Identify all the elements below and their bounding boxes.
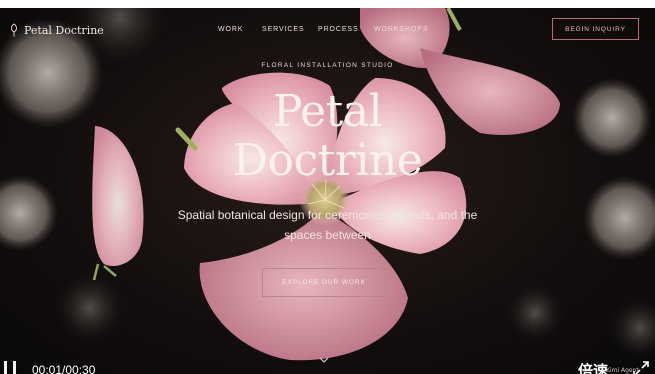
hero-title-line2: Doctrine: [232, 135, 423, 186]
nav-link-work[interactable]: WORK: [218, 26, 243, 33]
video-player-controls: 00:01/00:30 倍速: [0, 348, 655, 374]
petal-logo-icon: [11, 23, 17, 37]
hero-title-line1: Petal: [272, 86, 383, 137]
begin-inquiry-button[interactable]: BEGIN INQUIRY: [552, 18, 639, 40]
hero-eyebrow: FLORAL INSTALLATION STUDIO: [261, 62, 394, 69]
explore-work-button[interactable]: EXPLORE OUR WORK: [262, 268, 386, 297]
bokeh-light: [56, 274, 124, 342]
brand-logo[interactable]: Petal Doctrine: [9, 23, 104, 37]
bokeh-light: [583, 176, 655, 260]
watermark-text: Kimi Agent: [606, 367, 639, 374]
playback-time: 00:01/00:30: [32, 363, 96, 374]
bokeh-light: [507, 285, 563, 341]
screenshot-frame: Petal Doctrine WORK SERVICES PROCESS WOR…: [0, 0, 655, 374]
hero-section: Petal Doctrine WORK SERVICES PROCESS WOR…: [0, 8, 655, 374]
top-navigation: Petal Doctrine WORK SERVICES PROCESS WOR…: [0, 8, 655, 48]
bokeh-light: [0, 175, 58, 251]
nav-link-process[interactable]: PROCESS: [318, 26, 359, 33]
hero-subtitle: Spatial botanical design for ceremonies,…: [177, 208, 478, 242]
pause-icon[interactable]: [3, 361, 19, 374]
nav-link-services[interactable]: SERVICES: [262, 26, 304, 33]
nav-link-workshops[interactable]: WORKSHOPS: [374, 26, 428, 33]
playback-speed-button[interactable]: 倍速: [578, 360, 608, 374]
brand-name: Petal Doctrine: [24, 23, 104, 37]
